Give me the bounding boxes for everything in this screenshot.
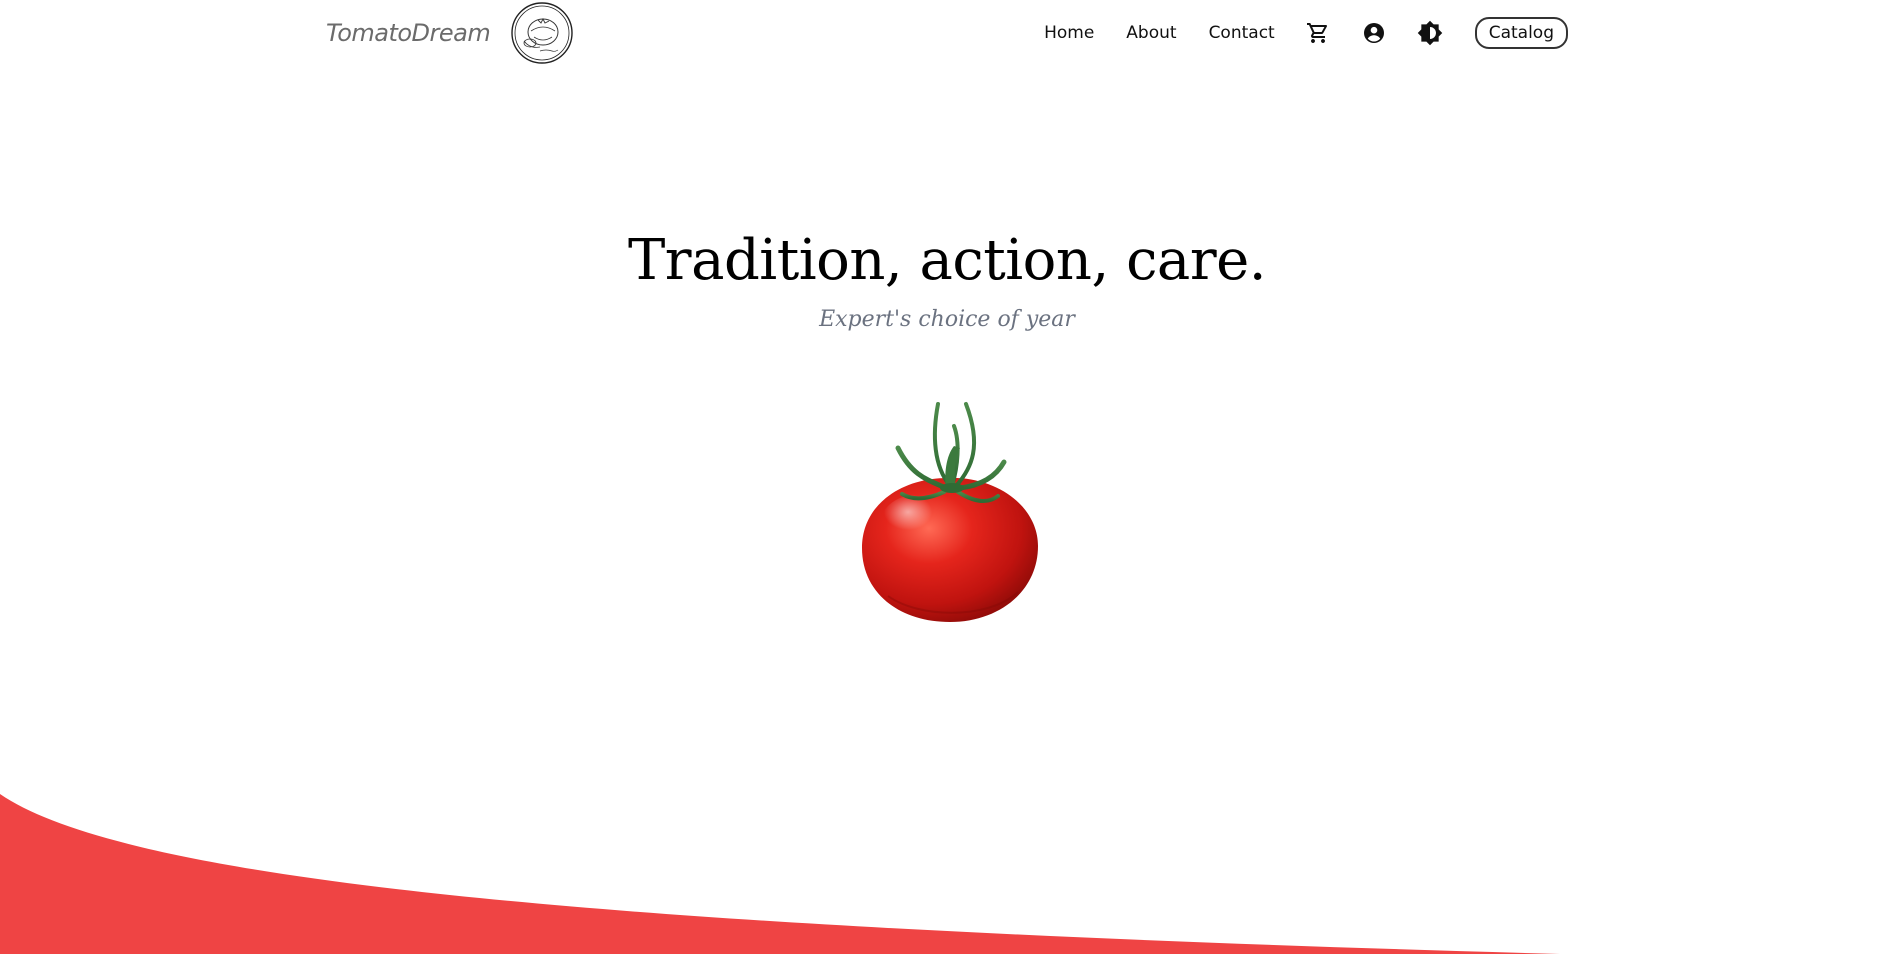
nav-contact-link[interactable]: Contact [1209, 23, 1275, 43]
bottom-wave-decoration [0, 794, 1560, 954]
theme-toggle-icon[interactable] [1417, 20, 1443, 46]
brand-name: TomatoDream [326, 19, 491, 47]
nav-about-link[interactable]: About [1126, 23, 1176, 43]
cart-icon[interactable] [1305, 20, 1331, 46]
catalog-button[interactable]: Catalog [1474, 17, 1568, 49]
brand-home-link[interactable]: TomatoDream [326, 0, 574, 66]
nav-home-link[interactable]: Home [1044, 23, 1094, 43]
tomato-image [862, 402, 1038, 622]
account-circle-icon[interactable] [1361, 20, 1387, 46]
hero-title: Tradition, action, care. [627, 228, 1267, 293]
brand-logo [511, 2, 573, 64]
hero-subtitle: Expert's choice of year [819, 307, 1075, 332]
site-header: TomatoDream Home About Contact Catalog [0, 0, 1894, 66]
main-nav: Home About Contact Catalog [1044, 0, 1568, 66]
